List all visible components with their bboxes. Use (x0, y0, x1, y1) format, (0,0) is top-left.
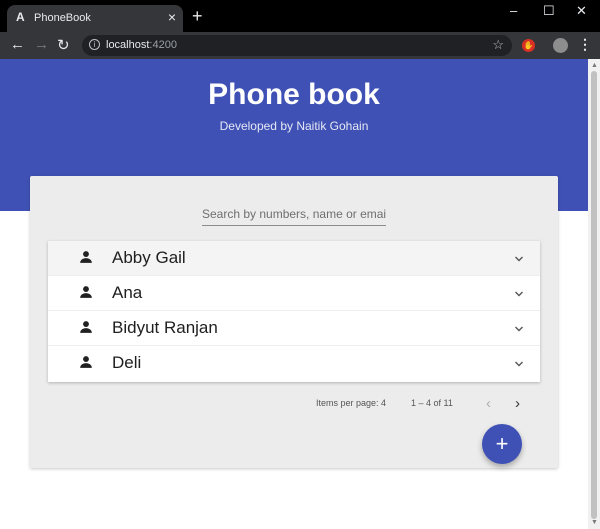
url-host: localhost (106, 39, 150, 51)
page-title: Phone book (208, 78, 380, 111)
tab-close-icon[interactable]: × (168, 9, 176, 25)
page-range-label: 1 – 4 of 11 (411, 398, 453, 408)
browser-tab[interactable]: A PhoneBook × (7, 5, 183, 32)
chevron-down-icon[interactable] (514, 359, 524, 369)
chevron-down-icon[interactable] (514, 254, 524, 264)
scroll-down-arrow-icon[interactable]: ▼ (591, 519, 598, 526)
contact-row[interactable]: Ana (48, 276, 540, 311)
angular-favicon-icon: A (16, 10, 25, 24)
search-field[interactable] (202, 204, 386, 226)
contact-name: Deli (112, 353, 142, 372)
forward-arrow-icon[interactable]: → (34, 36, 49, 53)
add-icon: + (495, 431, 509, 456)
page-scrollbar[interactable]: ▲ ▼ (588, 59, 600, 529)
browser-toolbar: ← → ↻ i localhost:4200 ☆ ✋ ⋮ (0, 32, 600, 59)
browser-menu-icon[interactable]: ⋮ (578, 36, 592, 53)
url-text: localhost:4200 (106, 39, 177, 51)
person-icon (80, 321, 92, 333)
site-info-icon[interactable]: i (89, 39, 100, 50)
url-port: :4200 (149, 39, 177, 51)
contact-name: Abby Gail (112, 248, 186, 267)
chevron-down-icon[interactable] (514, 324, 524, 334)
reload-icon[interactable]: ↻ (57, 36, 70, 54)
person-icon (80, 286, 92, 298)
phonebook-card: Abby Gail Ana Bidyut Ranjan Deli Items p… (30, 176, 558, 468)
contact-name: Ana (112, 283, 143, 302)
next-page-button[interactable]: › (515, 395, 520, 412)
scrollbar-thumb[interactable] (591, 71, 597, 519)
window-minimize-button[interactable]: – (510, 3, 517, 18)
page-viewport: Phone book Developed by Naitik Gohain Ab… (0, 59, 600, 529)
page-subtitle: Developed by Naitik Gohain (219, 119, 369, 133)
new-tab-button[interactable]: + (192, 6, 203, 27)
window-close-button[interactable]: ✕ (576, 3, 587, 19)
extension-icon[interactable]: ✋ (522, 39, 535, 52)
items-per-page-label[interactable]: Items per page: 4 (316, 398, 386, 408)
add-contact-button[interactable]: + (482, 424, 522, 464)
contact-name: Bidyut Ranjan (112, 318, 218, 337)
previous-page-button[interactable]: ‹ (486, 395, 491, 412)
address-bar[interactable]: i localhost:4200 ☆ (82, 35, 512, 56)
back-arrow-icon[interactable]: ← (10, 36, 25, 53)
paginator: Items per page: 4 1 – 4 of 11 ‹ › (30, 395, 558, 414)
profile-avatar[interactable] (553, 38, 568, 53)
browser-titlebar: A PhoneBook × + – ☐ ✕ (0, 0, 600, 32)
person-icon (80, 251, 92, 263)
contact-row[interactable]: Deli (48, 346, 540, 381)
contact-list: Abby Gail Ana Bidyut Ranjan Deli (48, 241, 540, 382)
bookmark-star-icon[interactable]: ☆ (492, 37, 504, 53)
tab-title: PhoneBook (34, 12, 91, 24)
chevron-down-icon[interactable] (514, 289, 524, 299)
window-maximize-button[interactable]: ☐ (543, 3, 555, 19)
scroll-up-arrow-icon[interactable]: ▲ (591, 62, 598, 69)
contact-row[interactable]: Bidyut Ranjan (48, 311, 540, 346)
person-icon (80, 356, 92, 368)
search-input[interactable] (202, 204, 386, 224)
contact-row[interactable]: Abby Gail (48, 241, 540, 276)
